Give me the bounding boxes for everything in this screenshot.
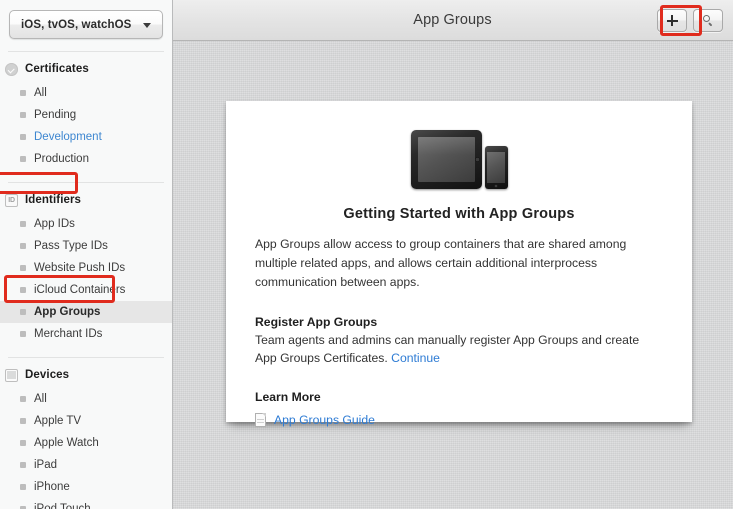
sidebar-header-label: Certificates [25,63,89,75]
sidebar-item-website-push-ids[interactable]: Website Push IDs [0,257,172,279]
sidebar-item-all-devices[interactable]: All [0,388,172,410]
team-picker-container: iOS, tvOS, watchOS [0,0,172,39]
register-body-text: Team agents and admins can manually regi… [255,333,640,365]
bullet-icon [20,134,26,140]
bullet-icon [20,112,26,118]
sidebar-item-label: App IDs [34,218,75,230]
bullet-icon [20,221,26,227]
sidebar-item-label: Development [34,131,102,143]
divider [8,182,164,183]
app-groups-guide-link[interactable]: App Groups Guide [274,413,375,427]
bullet-icon [20,265,26,271]
bullet-icon [20,309,26,315]
sidebar-item-label: Apple TV [34,415,82,427]
continue-link[interactable]: Continue [391,351,440,365]
divider [8,51,164,52]
bullet-icon [20,418,26,424]
sidebar-header-certificates[interactable]: Certificates [0,60,172,78]
sidebar-item-app-ids[interactable]: App IDs [0,213,172,235]
sidebar-item-label: Pending [34,109,77,121]
sidebar-item-production[interactable]: Production [0,148,172,170]
sidebar-header-identifiers[interactable]: ID Identifiers [0,191,172,209]
sidebar-item-label: Website Push IDs [34,262,126,274]
learn-more-row[interactable]: App Groups Guide [255,413,662,427]
sidebar-item-icloud-containers[interactable]: iCloud Containers [0,279,172,301]
bullet-icon [20,462,26,468]
sidebar-item-label: App Groups [34,306,101,318]
learn-more-heading: Learn More [255,390,321,404]
toolbar-buttons [657,9,723,32]
ipad-icon [410,130,482,189]
sidebar-item-all-certificates[interactable]: All [0,82,172,104]
content-area: Getting Started with App Groups App Grou… [172,41,733,509]
sidebar-header-label: Devices [25,369,70,381]
sidebar-item-label: iPad [34,459,58,471]
team-picker-label: iOS, tvOS, watchOS [21,18,132,31]
card-body: App Groups allow access to group contain… [255,235,662,427]
id-badge-icon: ID [5,193,18,207]
sidebar-item-label: iPod Touch [34,503,91,509]
getting-started-card: Getting Started with App Groups App Grou… [226,101,692,427]
bullet-icon [20,331,26,337]
bullet-icon [20,90,26,96]
sidebar-item-label: Pass Type IDs [34,240,108,252]
sidebar-item-label: Production [34,153,89,165]
sidebar-item-apple-tv[interactable]: Apple TV [0,410,172,432]
bullet-icon [20,156,26,162]
chevron-down-icon [143,22,151,28]
divider [8,357,164,358]
search-icon [702,15,714,26]
ipad-screen [417,137,475,182]
team-picker-dropdown[interactable]: iOS, tvOS, watchOS [9,10,163,39]
sidebar-item-pending[interactable]: Pending [0,104,172,126]
sidebar-item-label: All [34,87,47,99]
sidebar-item-merchant-ids[interactable]: Merchant IDs [0,323,172,345]
bullet-icon [20,484,26,490]
sidebar-item-ipod-touch[interactable]: iPod Touch [0,498,172,509]
add-button[interactable] [657,9,687,32]
pane-divider [172,0,173,509]
sidebar-section-devices: Devices All Apple TV Apple Watch iPad iP… [0,366,172,509]
sidebar-section-identifiers: ID Identifiers App IDs Pass Type IDs Web… [0,191,172,345]
sidebar-item-label: Merchant IDs [34,328,103,340]
sidebar-item-development[interactable]: Development [0,126,172,148]
bullet-icon [20,243,26,249]
sidebar-item-app-groups[interactable]: App Groups [0,301,172,323]
sidebar: iOS, tvOS, watchOS Certificates All Pend… [0,0,172,509]
plus-icon [666,15,678,26]
iphone-icon [484,146,508,189]
sidebar-header-devices[interactable]: Devices [0,366,172,384]
sidebar-item-ipad[interactable]: iPad [0,454,172,476]
register-paragraph: Team agents and admins can manually regi… [255,331,662,367]
sidebar-item-pass-type-ids[interactable]: Pass Type IDs [0,235,172,257]
document-icon [255,413,266,427]
sidebar-item-label: iPhone [34,481,70,493]
sidebar-item-iphone[interactable]: iPhone [0,476,172,498]
bullet-icon [20,287,26,293]
card-heading: Getting Started with App Groups [343,206,575,222]
iphone-screen [487,151,505,183]
sidebar-item-label: iCloud Containers [34,284,126,296]
search-button[interactable] [693,9,723,32]
certificate-badge-icon [5,62,18,76]
bullet-icon [20,440,26,446]
toolbar: App Groups [172,0,733,41]
sidebar-item-label: Apple Watch [34,437,99,449]
ipad-iphone-illustration [226,121,692,189]
sidebar-header-label: Identifiers [25,194,82,206]
sidebar-item-label: All [34,393,47,405]
sidebar-item-apple-watch[interactable]: Apple Watch [0,432,172,454]
ipad-home-button-icon [474,157,480,162]
device-icon [5,368,18,382]
page-title: App Groups [413,12,492,28]
register-heading: Register App Groups [255,315,378,329]
sidebar-section-certificates: Certificates All Pending Development Pro… [0,60,172,170]
app-window: iOS, tvOS, watchOS Certificates All Pend… [0,0,733,509]
iphone-home-button-icon [494,183,498,188]
bullet-icon [20,396,26,402]
card-intro-paragraph: App Groups allow access to group contain… [255,237,627,289]
main-pane: App Groups Getting Started with App Grou… [172,0,733,509]
